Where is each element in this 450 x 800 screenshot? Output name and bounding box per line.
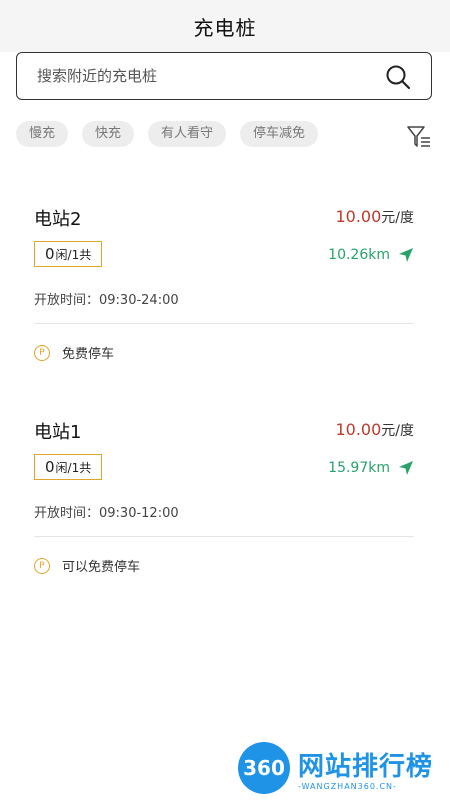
watermark-url: -WANGZHAN360.CN- bbox=[298, 782, 397, 791]
search-input[interactable] bbox=[35, 66, 369, 86]
filter-chip-fast[interactable]: 快充 bbox=[82, 121, 135, 147]
idle-suffix: 闲/1共 bbox=[55, 460, 92, 475]
station-price: 10.00元/度 bbox=[335, 207, 414, 227]
parking-info: P 免费停车 bbox=[34, 343, 114, 362]
navigation-arrow-icon[interactable] bbox=[398, 460, 414, 476]
station-name: 电站1 bbox=[34, 422, 82, 443]
watermark-logo: 360 网站排行榜 -WANGZHAN360.CN- bbox=[238, 740, 448, 798]
app-header: 充电桩 bbox=[0, 0, 450, 52]
search-bar[interactable] bbox=[16, 52, 432, 100]
watermark-name: 网站排行榜 bbox=[298, 752, 434, 782]
watermark-badge: 360 bbox=[238, 742, 290, 794]
idle-count: 0 bbox=[45, 245, 55, 263]
divider bbox=[34, 536, 414, 537]
availability-badge: 0 闲/1共 bbox=[34, 454, 103, 480]
filter-chip-parking-discount[interactable]: 停车减免 bbox=[240, 121, 319, 147]
station-name: 电站2 bbox=[34, 209, 82, 230]
price-value: 10.00 bbox=[335, 420, 382, 439]
parking-icon: P bbox=[34, 557, 50, 574]
price-unit: 元/度 bbox=[381, 210, 414, 226]
page-title: 充电桩 bbox=[193, 15, 257, 40]
station-distance[interactable]: 10.26km bbox=[328, 247, 414, 263]
search-icon[interactable] bbox=[385, 64, 411, 90]
parking-icon: P bbox=[34, 344, 50, 361]
distance-value: 10.26km bbox=[328, 247, 390, 263]
distance-value: 15.97km bbox=[328, 460, 390, 476]
price-value: 10.00 bbox=[335, 207, 382, 226]
availability-badge: 0 闲/1共 bbox=[34, 241, 103, 267]
filter-chip-slow[interactable]: 慢充 bbox=[16, 121, 69, 147]
parking-label: 可以免费停车 bbox=[62, 560, 141, 575]
station-distance[interactable]: 15.97km bbox=[328, 460, 414, 476]
idle-count: 0 bbox=[45, 458, 55, 476]
parking-label: 免费停车 bbox=[62, 347, 115, 362]
opening-hours: 开放时间：09:30-24:00 bbox=[34, 293, 179, 308]
filter-chip-guarded[interactable]: 有人看守 bbox=[148, 121, 227, 147]
divider bbox=[34, 323, 414, 324]
parking-info: P 可以免费停车 bbox=[34, 556, 140, 575]
filter-icon[interactable] bbox=[406, 124, 432, 150]
station-price: 10.00元/度 bbox=[335, 420, 414, 440]
idle-suffix: 闲/1共 bbox=[55, 247, 92, 262]
filter-chips: 慢充 快充 有人看守 停车减免 bbox=[16, 121, 332, 147]
price-unit: 元/度 bbox=[381, 423, 414, 439]
navigation-arrow-icon[interactable] bbox=[398, 247, 414, 263]
opening-hours: 开放时间：09:30-12:00 bbox=[34, 506, 179, 521]
